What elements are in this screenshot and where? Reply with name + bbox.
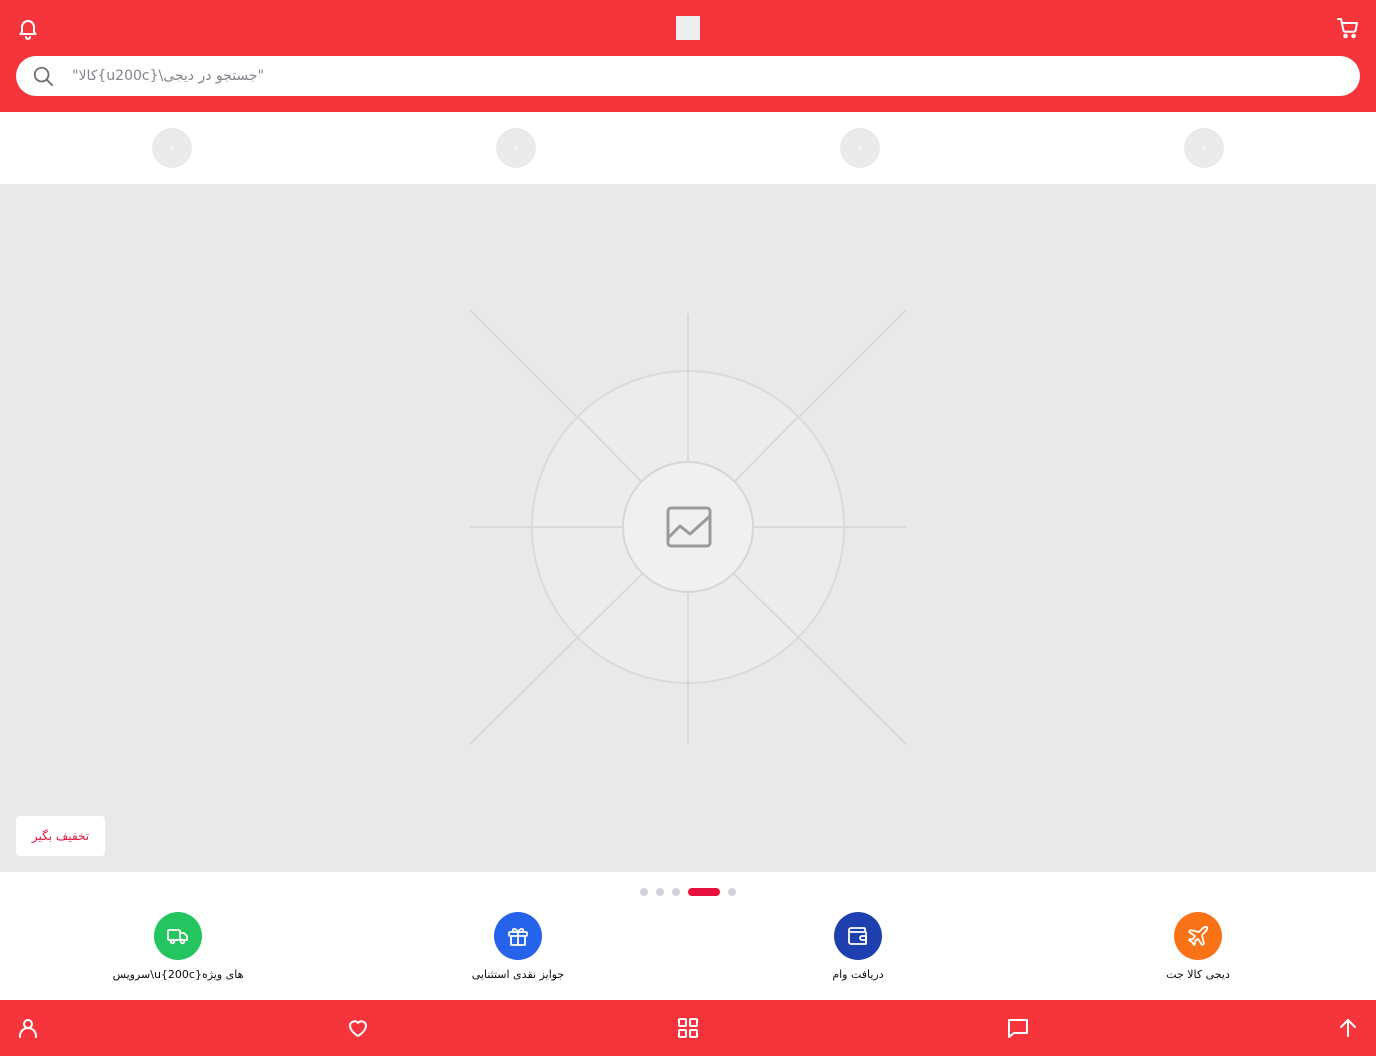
search-icon[interactable]: [32, 65, 54, 87]
truck-icon: [154, 912, 202, 960]
pagination-dot[interactable]: [656, 888, 664, 896]
cart-icon[interactable]: [1334, 14, 1362, 42]
stories-row: [0, 112, 1376, 184]
pagination-dot[interactable]: [672, 888, 680, 896]
gift-icon: [494, 912, 542, 960]
service-label: سرویس\u{200c}های ویژه: [112, 968, 244, 981]
service-loan[interactable]: دریافت وام: [758, 912, 958, 992]
pagination-dot-active[interactable]: [688, 888, 720, 896]
grid-icon[interactable]: [676, 1016, 700, 1040]
image-placeholder-icon: [469, 309, 907, 745]
bottom-nav: [0, 1000, 1376, 1056]
service-label: دریافت وام: [832, 968, 884, 981]
story-item[interactable]: [840, 128, 880, 168]
pagination-dot[interactable]: [640, 888, 648, 896]
story-item[interactable]: [496, 128, 536, 168]
story-item[interactable]: [152, 128, 192, 168]
service-label: جوایز نقدی استثنایی: [471, 968, 565, 981]
chat-icon[interactable]: [1006, 1016, 1030, 1040]
search-input[interactable]: [72, 56, 1342, 96]
service-label: دیجی کالا جت: [1166, 968, 1230, 981]
service-digikala-jet[interactable]: دیجی کالا جت: [1098, 912, 1298, 992]
plane-icon: [1174, 912, 1222, 960]
bell-icon[interactable]: [14, 14, 42, 42]
heart-icon[interactable]: [346, 1016, 370, 1040]
logo[interactable]: [676, 16, 700, 40]
pagination-dot[interactable]: [728, 888, 736, 896]
wallet-icon: [834, 912, 882, 960]
arrow-up-icon[interactable]: [1336, 1016, 1360, 1040]
user-icon[interactable]: [16, 1016, 40, 1040]
service-special-services[interactable]: سرویس\u{200c}های ویژه: [78, 912, 278, 992]
header: [0, 0, 1376, 112]
carousel-pagination: [0, 888, 1376, 896]
story-item[interactable]: [1184, 128, 1224, 168]
discount-button[interactable]: تخفیف بگیر: [16, 816, 105, 856]
services-row: سرویس\u{200c}های ویژه جوایز نقدی استثنای…: [0, 912, 1376, 992]
service-cash-prizes[interactable]: جوایز نقدی استثنایی: [418, 912, 618, 992]
page: تخفیف بگیر سرویس\u{200c}های ویژه: [0, 0, 1376, 1056]
hero-banner[interactable]: تخفیف بگیر: [0, 184, 1376, 872]
search-bar[interactable]: [16, 56, 1360, 96]
